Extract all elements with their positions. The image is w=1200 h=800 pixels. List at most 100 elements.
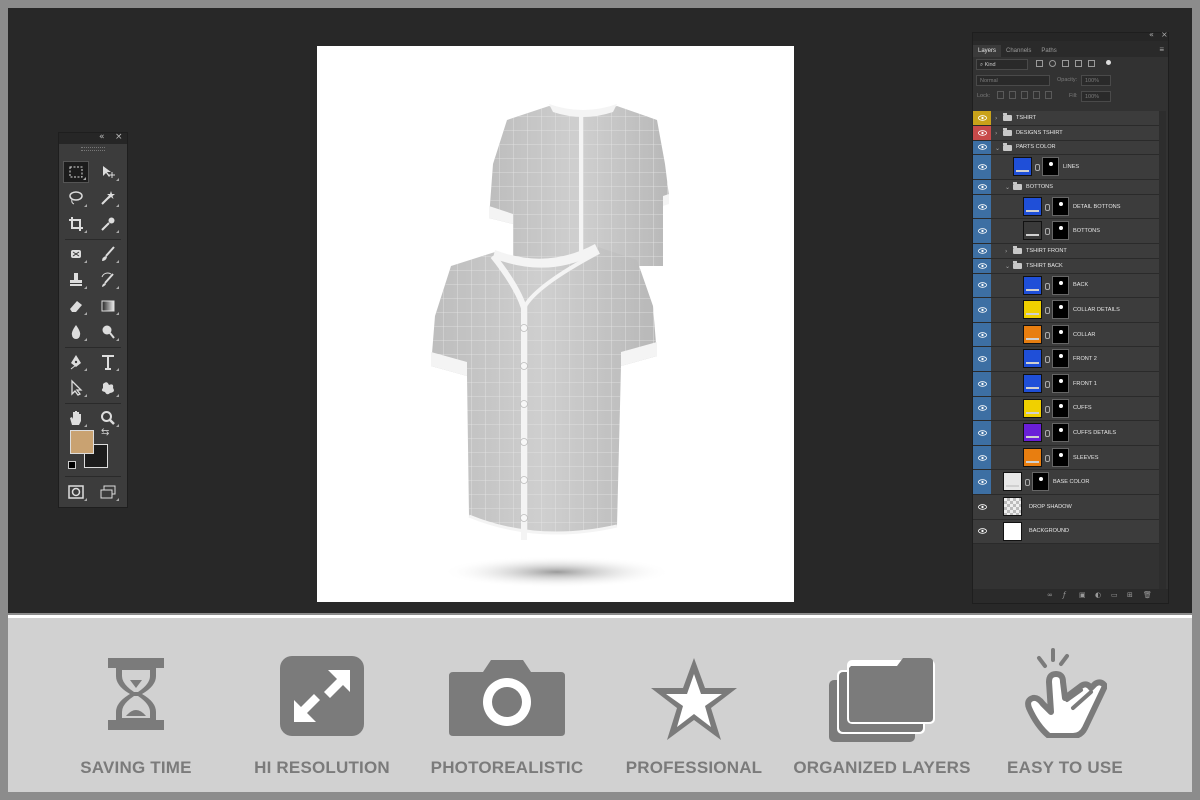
- visibility-eye-icon[interactable]: [973, 347, 991, 371]
- gradient-tool[interactable]: [95, 295, 121, 317]
- layer-mask-thumbnail[interactable]: [1052, 324, 1069, 344]
- document-canvas[interactable]: [317, 46, 794, 602]
- chevron-right-icon[interactable]: ›: [995, 115, 997, 122]
- collapse-icon[interactable]: «: [1149, 30, 1154, 39]
- layers-panel-header[interactable]: « ×: [973, 30, 1168, 41]
- chevron-down-icon[interactable]: ⌄: [995, 145, 1000, 152]
- delete-layer-icon[interactable]: 🗑: [1143, 591, 1152, 599]
- chevron-right-icon[interactable]: ›: [1005, 248, 1007, 255]
- tab-paths[interactable]: Paths: [1036, 45, 1061, 57]
- layer-mask-thumbnail[interactable]: [1052, 221, 1069, 241]
- blur-tool[interactable]: [63, 321, 89, 343]
- layer-row[interactable]: CUFFS: [973, 396, 1159, 422]
- hand-tool[interactable]: [63, 407, 89, 429]
- layer-mask-thumbnail[interactable]: [1052, 373, 1069, 393]
- eyedropper-tool[interactable]: [95, 213, 121, 235]
- layer-mask-thumbnail[interactable]: [1052, 423, 1069, 443]
- new-group-icon[interactable]: ▭: [1111, 591, 1118, 599]
- lock-transparent-icon[interactable]: [997, 91, 1004, 99]
- layer-mask-thumbnail[interactable]: [1052, 300, 1069, 320]
- mask-link-icon[interactable]: [1045, 307, 1050, 315]
- visibility-eye-icon[interactable]: [973, 111, 991, 125]
- layer-row[interactable]: DETAIL BOTTONS: [973, 194, 1159, 220]
- lock-position-icon[interactable]: [1021, 91, 1028, 99]
- visibility-eye-icon[interactable]: [973, 519, 991, 544]
- visibility-eye-icon[interactable]: [973, 140, 991, 155]
- filter-kind-select[interactable]: ⌕ Kind: [976, 59, 1028, 70]
- fill-input[interactable]: 100%: [1081, 91, 1111, 102]
- visibility-eye-icon[interactable]: [973, 219, 991, 243]
- mask-link-icon[interactable]: [1045, 454, 1050, 462]
- mask-link-icon[interactable]: [1045, 203, 1050, 211]
- panel-menu-icon[interactable]: ≡: [1159, 45, 1164, 54]
- layer-row[interactable]: FRONT 2: [973, 347, 1159, 372]
- filter-adjustment-icon[interactable]: [1049, 60, 1056, 67]
- default-colors-icon[interactable]: [68, 461, 76, 469]
- layer-mask-thumbnail[interactable]: [1032, 472, 1049, 492]
- layer-row[interactable]: DROP SHADOW: [973, 494, 1159, 520]
- chevron-down-icon[interactable]: ⌄: [1005, 263, 1010, 270]
- panel-grip[interactable]: [81, 147, 105, 151]
- mask-link-icon[interactable]: [1045, 380, 1050, 388]
- visibility-eye-icon[interactable]: [973, 125, 991, 140]
- lock-image-icon[interactable]: [1009, 91, 1016, 99]
- quick-mask-button[interactable]: [63, 481, 89, 503]
- visibility-eye-icon[interactable]: [973, 470, 991, 494]
- eraser-tool[interactable]: [63, 295, 89, 317]
- history-brush-tool[interactable]: [95, 269, 121, 291]
- mask-link-icon[interactable]: [1045, 282, 1050, 290]
- layer-group-row[interactable]: ⌄ BOTTONS: [973, 179, 1159, 195]
- healing-brush-tool[interactable]: [63, 243, 89, 265]
- chevron-down-icon[interactable]: ⌄: [1005, 184, 1010, 191]
- link-layers-icon[interactable]: ∞: [1047, 591, 1053, 599]
- visibility-eye-icon[interactable]: [973, 421, 991, 445]
- layer-mask-thumbnail[interactable]: [1052, 398, 1069, 418]
- tab-channels[interactable]: Channels: [1001, 45, 1036, 57]
- opacity-input[interactable]: 100%: [1081, 75, 1111, 86]
- layer-mask-thumbnail[interactable]: [1042, 157, 1059, 177]
- filter-shape-icon[interactable]: [1075, 60, 1082, 67]
- path-selection-tool[interactable]: [63, 377, 89, 399]
- layer-group-row[interactable]: › TSHIRT FRONT: [973, 243, 1159, 259]
- layer-row[interactable]: COLLAR DETAILS: [973, 298, 1159, 323]
- move-tool[interactable]: [95, 161, 121, 183]
- collapse-icon[interactable]: «: [99, 132, 105, 142]
- mask-link-icon[interactable]: [1045, 228, 1050, 236]
- mask-link-icon[interactable]: [1035, 164, 1040, 172]
- layer-mask-thumbnail[interactable]: [1052, 447, 1069, 467]
- layer-row[interactable]: COLLAR: [973, 322, 1159, 348]
- new-layer-icon[interactable]: ⊞: [1127, 591, 1133, 599]
- visibility-eye-icon[interactable]: [973, 243, 991, 258]
- layer-group-row[interactable]: › DESIGNS TSHIRT: [973, 125, 1159, 141]
- layer-mask-thumbnail[interactable]: [1052, 196, 1069, 216]
- close-icon[interactable]: ×: [115, 132, 123, 142]
- layer-row[interactable]: LINES: [973, 155, 1159, 180]
- crop-tool[interactable]: [63, 213, 89, 235]
- layers-scrollbar[interactable]: [1159, 111, 1166, 591]
- layer-row[interactable]: BOTTONS: [973, 219, 1159, 244]
- layer-row[interactable]: FRONT 1: [973, 371, 1159, 397]
- layer-row[interactable]: CUFFS DETAILS: [973, 421, 1159, 446]
- lock-artboard-icon[interactable]: [1033, 91, 1040, 99]
- filter-toggle-icon[interactable]: [1106, 60, 1111, 65]
- mask-link-icon[interactable]: [1045, 405, 1050, 413]
- visibility-eye-icon[interactable]: [973, 396, 991, 421]
- adjustment-layer-icon[interactable]: ◐: [1095, 591, 1101, 599]
- visibility-eye-icon[interactable]: [973, 371, 991, 396]
- lasso-tool[interactable]: [63, 187, 89, 209]
- clone-stamp-tool[interactable]: [63, 269, 89, 291]
- visibility-eye-icon[interactable]: [973, 322, 991, 347]
- marquee-tool[interactable]: [63, 161, 89, 183]
- filter-pixel-icon[interactable]: [1036, 60, 1043, 67]
- foreground-color-swatch[interactable]: [70, 430, 94, 454]
- magic-wand-tool[interactable]: [95, 187, 121, 209]
- layer-style-icon[interactable]: ƒ: [1063, 591, 1065, 599]
- filter-type-icon[interactable]: [1062, 60, 1069, 67]
- layer-mask-thumbnail[interactable]: [1052, 275, 1069, 295]
- custom-shape-tool[interactable]: [95, 377, 121, 399]
- layer-row[interactable]: SLEEVES: [973, 445, 1159, 471]
- tools-panel-header[interactable]: « ×: [59, 132, 127, 144]
- layer-row[interactable]: BACKGROUND: [973, 519, 1159, 545]
- brush-tool[interactable]: [95, 243, 121, 265]
- layer-row[interactable]: BACK: [973, 273, 1159, 299]
